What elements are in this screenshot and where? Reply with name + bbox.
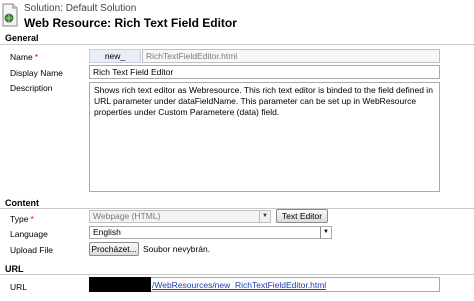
language-select-value: English <box>93 227 121 237</box>
browse-button[interactable]: Procházet... <box>89 242 139 256</box>
name-label: Name * <box>10 52 38 62</box>
required-marker: * <box>30 214 34 224</box>
section-divider <box>0 44 474 45</box>
page-header: Solution: Default Solution Web Resource:… <box>0 0 474 34</box>
document-icon <box>2 3 18 27</box>
section-title-general: General <box>5 33 39 43</box>
file-status: Soubor nevybrán. <box>143 244 211 254</box>
section-title-url: URL <box>5 264 24 274</box>
name-prefix: new_ <box>89 49 141 63</box>
description-label: Description <box>10 83 53 93</box>
name-field[interactable]: RichTextFieldEditor.html <box>142 49 440 63</box>
chevron-down-icon: ▼ <box>320 227 331 238</box>
type-label: Type * <box>10 214 34 224</box>
url-link[interactable]: /WebResources/new_RichTextFieldEditor.ht… <box>152 280 326 290</box>
upload-file-label: Upload File <box>10 245 53 255</box>
type-select[interactable]: Webpage (HTML) ▼ <box>89 210 271 223</box>
language-label: Language <box>10 229 48 239</box>
text-editor-button[interactable]: Text Editor <box>276 209 328 223</box>
page-title: Web Resource: Rich Text Field Editor <box>24 16 237 30</box>
section-divider <box>0 274 474 275</box>
section-title-content: Content <box>5 198 39 208</box>
section-divider <box>0 208 474 209</box>
chevron-down-icon: ▼ <box>259 211 270 222</box>
type-select-value: Webpage (HTML) <box>93 211 161 221</box>
language-select[interactable]: English ▼ <box>89 226 332 239</box>
redacted-host <box>89 277 151 292</box>
solution-breadcrumb: Solution: Default Solution <box>24 3 137 14</box>
required-marker: * <box>34 52 38 62</box>
url-label: URL <box>10 282 28 292</box>
display-name-label: Display Name <box>10 68 63 78</box>
display-name-field[interactable]: Rich Text Field Editor <box>89 65 440 79</box>
description-field[interactable]: Shows rich text editor as Webresource. T… <box>89 82 440 192</box>
